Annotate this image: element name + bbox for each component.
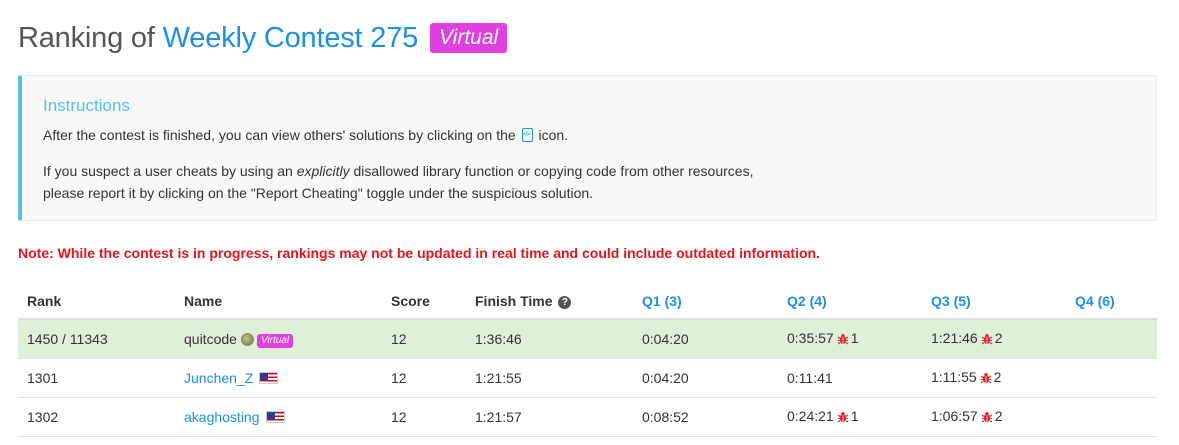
finish-time-cell: 1:36:46 — [466, 319, 633, 359]
rank-cell: 1450 / 11343 — [18, 319, 175, 359]
q1-cell: 0:08:52 — [633, 397, 778, 437]
instructions-line-1-text: After the contest is finished, you can v… — [43, 127, 516, 143]
page-title: Ranking of Weekly Contest 275 Virtual — [18, 18, 508, 58]
title-prefix: Ranking of — [18, 21, 155, 54]
wrong-attempts: 1 — [850, 330, 859, 346]
user-link[interactable]: akaghosting — [184, 409, 260, 425]
header-q2[interactable]: Q2 (4) — [778, 283, 922, 320]
score-cell: 12 — [382, 397, 466, 437]
header-q3[interactable]: Q3 (5) — [922, 283, 1066, 320]
q3-cell: 1:11:55 2 — [922, 358, 1066, 398]
bug-icon — [980, 371, 992, 387]
q2-cell: 0:35:57 1 — [778, 319, 922, 359]
instructions-line-1: After the contest is finished, you can v… — [43, 124, 568, 146]
name-cell: akaghosting — [175, 397, 382, 437]
bug-icon — [981, 410, 993, 426]
q4-cell — [1066, 358, 1157, 398]
header-finish-time-label: Finish Time — [475, 292, 553, 309]
q1-cell: 0:04:20 — [633, 358, 778, 398]
table-row: 1302 akaghosting 12 1:21:57 0:08:52 0:24… — [18, 397, 1157, 437]
bug-icon — [837, 410, 849, 426]
rank-cell: 1302 — [18, 397, 175, 437]
user-name: quitcode — [184, 330, 237, 347]
q2-cell: 0:24:21 1 — [778, 397, 922, 437]
progress-note: Note: While the contest is in progress, … — [18, 245, 820, 261]
header-q4[interactable]: Q4 (6) — [1066, 283, 1157, 320]
q1-cell: 0:04:20 — [633, 319, 778, 359]
ranking-table: Rank Name Score Finish Time ? Q1 (3) Q2 … — [18, 283, 1157, 437]
wrong-attempts: 2 — [994, 330, 1003, 346]
us-flag-icon — [265, 411, 285, 423]
header-name: Name — [175, 283, 382, 320]
finish-time-cell: 1:21:55 — [466, 358, 633, 398]
instructions-title: Instructions — [43, 96, 130, 115]
score-cell: 12 — [382, 358, 466, 398]
user-link[interactable]: Junchen_Z — [184, 370, 253, 386]
finish-time-cell: 1:21:57 — [466, 397, 633, 437]
q4-cell — [1066, 319, 1157, 359]
instructions-line-2-start: If you suspect a user cheats by using an — [43, 163, 293, 179]
q3-cell: 1:21:46 2 — [922, 319, 1066, 359]
header-q1[interactable]: Q1 (3) — [633, 283, 778, 320]
name-cell: quitcode Virtual — [175, 319, 382, 359]
bug-icon — [981, 332, 993, 348]
contest-link[interactable]: Weekly Contest 275 — [163, 22, 419, 55]
wrong-attempts: 1 — [850, 408, 859, 424]
ranking-page: Ranking of Weekly Contest 275 Virtual In… — [0, 0, 1179, 445]
us-flag-icon — [259, 372, 279, 384]
table-header-row: Rank Name Score Finish Time ? Q1 (3) Q2 … — [18, 283, 1157, 320]
header-finish-time: Finish Time ? — [466, 283, 633, 320]
q3-time: 1:11:55 — [931, 369, 977, 385]
instructions-box: Instructions After the contest is finish… — [18, 75, 1157, 221]
table-row: 1450 / 11343 quitcode Virtual 12 1:36:46 … — [18, 319, 1157, 359]
bug-icon — [837, 332, 849, 348]
q3-time: 1:06:57 — [931, 408, 978, 424]
q2-time: 0:35:57 — [787, 330, 834, 346]
q3-time: 1:21:46 — [931, 330, 978, 346]
instructions-line-2-end: disallowed library function or copying c… — [353, 163, 754, 179]
wrong-attempts: 2 — [993, 369, 1002, 385]
header-rank: Rank — [18, 283, 175, 320]
name-cell: Junchen_Z — [175, 358, 382, 398]
instructions-emphasis: explicitly — [296, 163, 350, 179]
virtual-badge: Virtual — [430, 23, 508, 53]
header-score: Score — [382, 283, 466, 320]
q2-time: 0:24:21 — [787, 408, 834, 424]
globe-icon — [240, 332, 254, 346]
question-circle-icon[interactable]: ? — [558, 295, 572, 309]
q2-cell: 0:11:41 — [778, 358, 922, 398]
instructions-line-3: please report it by clicking on the "Rep… — [43, 185, 594, 201]
instructions-line-1-end: icon. — [538, 127, 569, 143]
q3-cell: 1:06:57 2 — [922, 397, 1066, 437]
virtual-badge-small: Virtual — [256, 333, 294, 348]
table-row: 1301 Junchen_Z 12 1:21:55 0:04:20 0:11:4… — [18, 358, 1157, 398]
rank-cell: 1301 — [18, 358, 175, 398]
score-cell: 12 — [382, 319, 466, 359]
wrong-attempts: 2 — [994, 408, 1003, 424]
q4-cell — [1066, 397, 1157, 437]
instructions-paragraph-2: If you suspect a user cheats by using an… — [43, 160, 753, 204]
solution-code-icon — [521, 128, 533, 142]
